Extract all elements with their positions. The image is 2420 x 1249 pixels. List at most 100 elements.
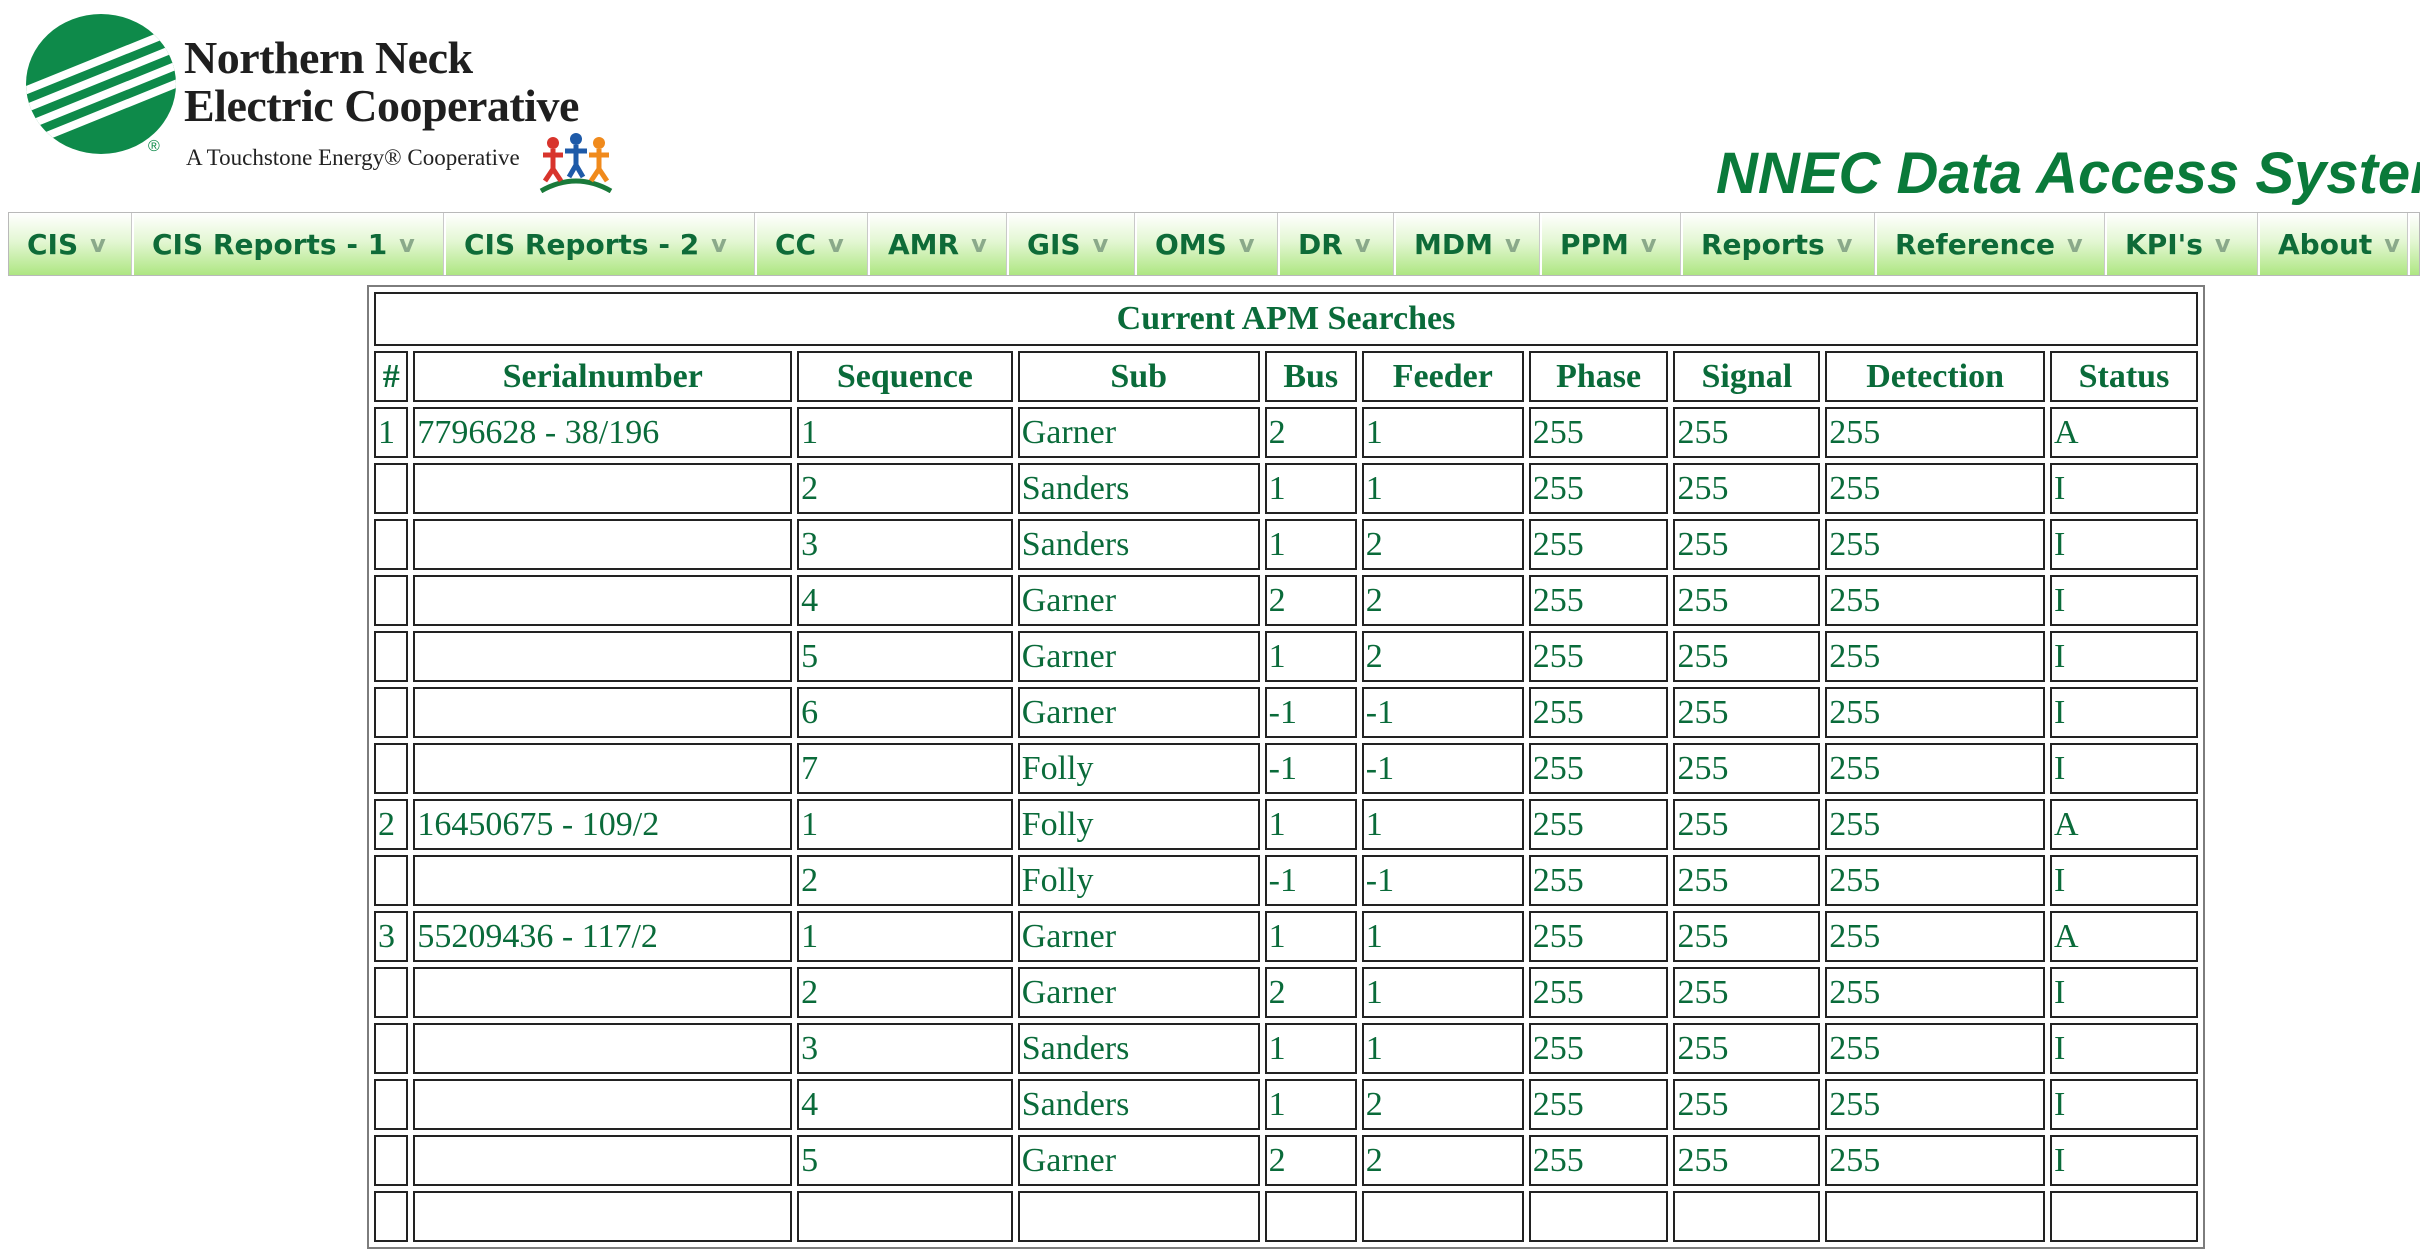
table-cell: 255 (1528, 575, 1669, 626)
table-cell: I (2049, 687, 2198, 738)
table-cell: 255 (1825, 911, 2045, 962)
menu-cis-reports-1[interactable]: CIS Reports - 1 v (134, 213, 446, 275)
table-cell: 255 (1825, 799, 2045, 850)
menu-ppm[interactable]: PPM v (1542, 213, 1683, 275)
table-cell: 1 (1264, 1079, 1357, 1130)
menu-label: Reference (1895, 227, 2056, 261)
table-cell: Folly (1017, 743, 1260, 794)
table-cell: 255 (1673, 967, 1821, 1018)
table-cell: 255 (1825, 855, 2045, 906)
menu-cis-reports-2[interactable]: CIS Reports - 2 v (446, 213, 757, 275)
apm-searches-panel: Current APM Searches # Serialnumber Sequen… (367, 285, 2205, 1249)
column-header: Signal (1673, 351, 1821, 402)
table-cell: 55209436 - 117/2 (413, 911, 793, 962)
column-header: Bus (1264, 351, 1357, 402)
table-cell: 2 (1264, 575, 1357, 626)
table-cell (374, 1135, 409, 1186)
table-cell: 2 (1361, 631, 1524, 682)
table-cell: 1 (1264, 799, 1357, 850)
chevron-down-icon: v (828, 230, 844, 258)
menu-label: DR (1298, 227, 1343, 261)
table-cell: 2 (1264, 407, 1357, 458)
company-tagline: A Touchstone Energy® Cooperative (186, 145, 520, 170)
table-cell: 1 (1264, 463, 1357, 514)
menu-reports[interactable]: Reports v (1683, 213, 1877, 275)
menu-mdm[interactable]: MDM v (1396, 213, 1542, 275)
table-row: 4 Sanders 1 2 255 255 255 I (374, 1079, 2198, 1130)
table-cell: 6 (797, 687, 1013, 738)
chevron-down-icon: v (1238, 230, 1255, 258)
table-cell (374, 855, 409, 906)
main-menu-bar: CIS v CIS Reports - 1 v CIS Reports - 2 … (8, 212, 2420, 276)
table-cell (413, 1079, 793, 1130)
table-cell: 3 (797, 519, 1013, 570)
table-cell: 1 (1264, 911, 1357, 962)
table-cell: 255 (1825, 1079, 2045, 1130)
table-row: 4 Garner 2 2 255 255 255 I (374, 575, 2198, 626)
menu-gis[interactable]: GIS v (1009, 213, 1137, 275)
table-cell (374, 967, 409, 1018)
menu-amr[interactable]: AMR v (870, 213, 1009, 275)
table-cell: 2 (1264, 1135, 1357, 1186)
table-cell: I (2049, 1079, 2198, 1130)
company-logo[interactable]: ® Northern Neck Electric Cooperative A T… (26, 14, 626, 193)
table-cell: Folly (1017, 799, 1260, 850)
table-cell: Garner (1017, 967, 1260, 1018)
table-cell: 2 (1361, 575, 1524, 626)
table-cell (374, 1191, 409, 1242)
company-name-line1: Northern Neck (184, 32, 473, 83)
menu-about[interactable]: About v (2260, 213, 2410, 275)
table-cell: I (2049, 967, 2198, 1018)
menu-label: GIS (1027, 227, 1081, 261)
table-cell: I (2049, 519, 2198, 570)
menu-oms[interactable]: OMS v (1137, 213, 1280, 275)
chevron-down-icon: v (1640, 230, 1657, 258)
table-cell: 1 (797, 911, 1013, 962)
menu-cis[interactable]: CIS v (9, 213, 134, 275)
menu-label: AMR (888, 227, 960, 261)
company-name: Northern Neck Electric Cooperative (184, 34, 579, 130)
table-cell: 7 (797, 743, 1013, 794)
table-cell (374, 1079, 409, 1130)
table-cell: -1 (1264, 855, 1357, 906)
table-cell: 255 (1528, 687, 1669, 738)
table-cell (413, 855, 793, 906)
table-cell: Sanders (1017, 1079, 1260, 1130)
table-cell (797, 1191, 1013, 1242)
table-cell: 1 (797, 799, 1013, 850)
table-cell: 7796628 - 38/196 (413, 407, 793, 458)
table-cell: Sanders (1017, 519, 1260, 570)
menu-label: KPI's (2125, 227, 2203, 261)
table-cell: 255 (1673, 407, 1821, 458)
table-cell: Garner (1017, 911, 1260, 962)
table-cell: -1 (1361, 687, 1524, 738)
chevron-down-icon: v (1354, 230, 1371, 258)
menu-cc[interactable]: CC v (757, 213, 870, 275)
column-header: Sub (1017, 351, 1260, 402)
table-cell (413, 1023, 793, 1074)
table-row: 5 Garner 2 2 255 255 255 I (374, 1135, 2198, 1186)
table-cell: 255 (1825, 743, 2045, 794)
table-cell: -1 (1361, 855, 1524, 906)
chevron-down-icon: v (1504, 230, 1521, 258)
table-cell: 2 (1361, 519, 1524, 570)
table-cell: 2 (797, 855, 1013, 906)
table-cell: 255 (1673, 1135, 1821, 1186)
table-cell: 2 (1361, 1079, 1524, 1130)
table-cell: 255 (1673, 1079, 1821, 1130)
table-cell (374, 575, 409, 626)
menu-label: MDM (1414, 227, 1493, 261)
menu-kpis[interactable]: KPI's v (2107, 213, 2260, 275)
menu-reference[interactable]: Reference v (1877, 213, 2107, 275)
table-row: 2 16450675 - 109/2 1 Folly 1 1 255 255 255 A (374, 799, 2198, 850)
table-cell: 255 (1673, 743, 1821, 794)
table-cell (1825, 1191, 2045, 1242)
table-cell: Garner (1017, 407, 1260, 458)
touchstone-people-icon (539, 133, 613, 193)
table-cell: 4 (797, 1079, 1013, 1130)
table-cell: I (2049, 463, 2198, 514)
table-cell: 255 (1825, 967, 2045, 1018)
table-cell: -1 (1361, 743, 1524, 794)
menu-dr[interactable]: DR v (1280, 213, 1396, 275)
table-cell: 255 (1673, 519, 1821, 570)
